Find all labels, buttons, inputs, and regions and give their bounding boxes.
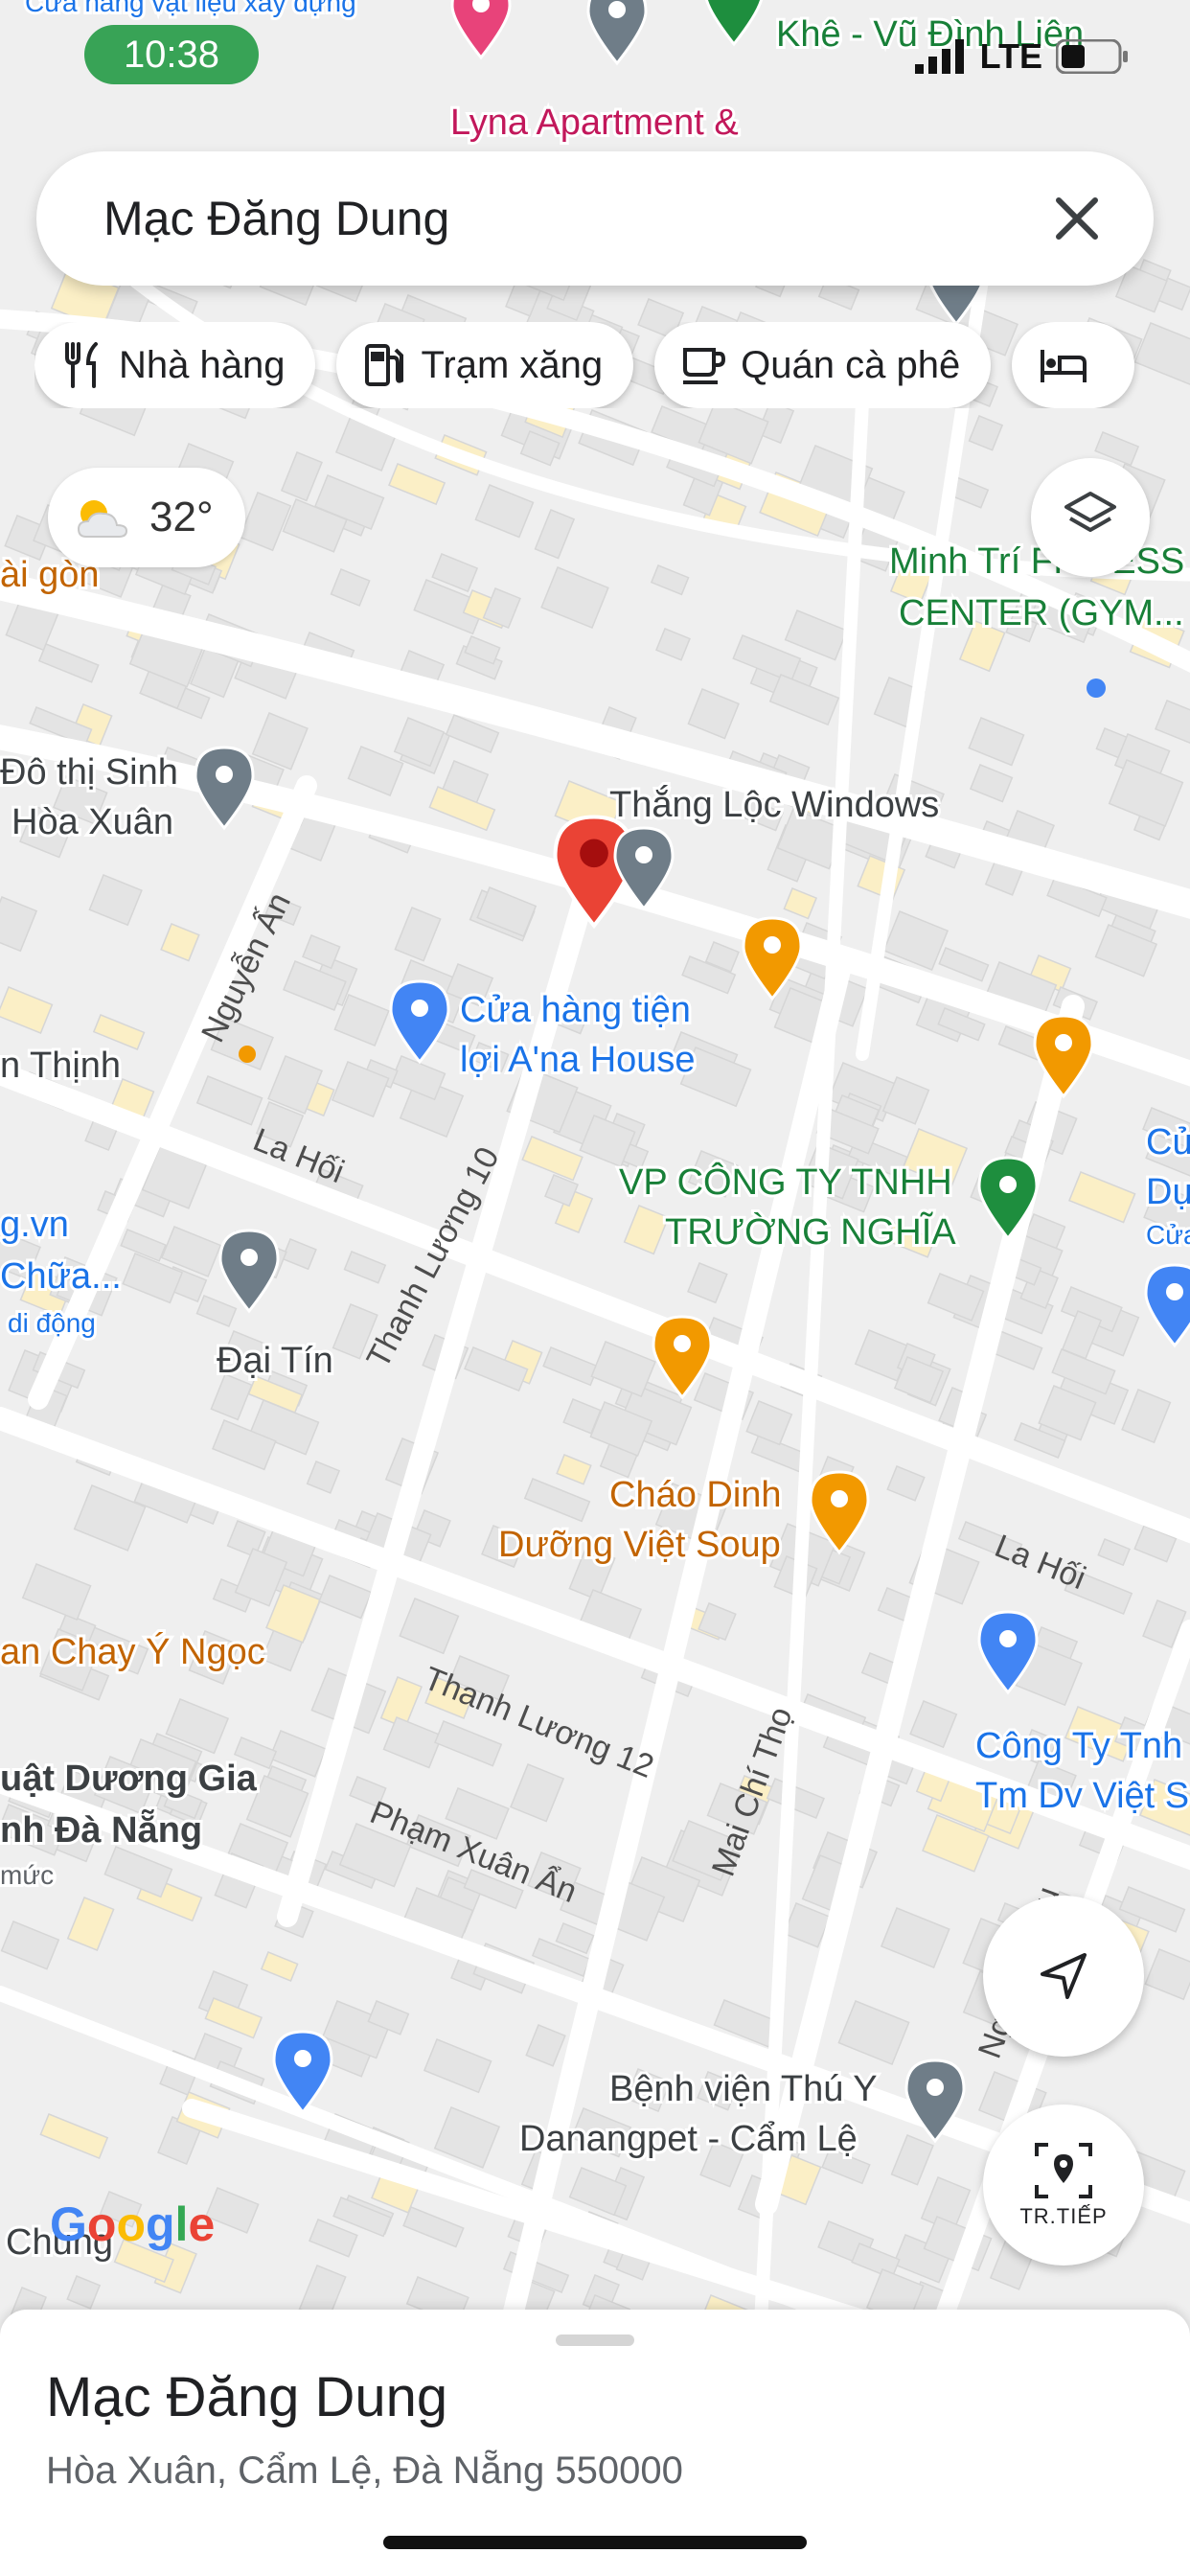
small-poi-dot[interactable] <box>1087 678 1106 698</box>
poi-label[interactable]: Thắng Lộc Windows <box>606 781 942 828</box>
pin-frame-icon <box>1035 2143 1092 2198</box>
category-chips: Nhà hàng Trạm xăng Quán cà phê <box>34 322 1190 408</box>
time-text: 10:38 <box>123 33 220 76</box>
bed-icon <box>1041 350 1087 382</box>
logo-letter: G <box>50 2197 87 2251</box>
poi-label[interactable]: an Chay Ý Ngọc <box>0 1628 268 1675</box>
chip-label: Nhà hàng <box>119 343 286 386</box>
logo-letter: o <box>87 2197 117 2251</box>
weather-widget[interactable]: 32° <box>48 468 245 567</box>
poi-label[interactable]: Cửa <box>1143 1217 1190 1253</box>
poi-label[interactable]: Đại Tín <box>214 1338 336 1384</box>
poi-label[interactable]: CENTER (GYM... <box>896 590 1187 636</box>
navigate-button[interactable]: TR.TIẾP <box>983 2104 1144 2266</box>
poi-label[interactable]: di động <box>5 1305 99 1341</box>
poi-label[interactable]: Danangpet - Cẩm Lệ <box>516 2116 860 2162</box>
sheet-handle[interactable] <box>556 2334 634 2346</box>
poi-label[interactable]: Chữa... <box>0 1254 125 1300</box>
small-poi-dot[interactable] <box>239 1046 256 1063</box>
poi-label[interactable]: Tm Dv Việt S <box>973 1773 1190 1819</box>
poi-label[interactable]: VP CÔNG TY TNHH <box>616 1158 955 1206</box>
poi-label[interactable]: Lyna Apartment & <box>447 100 742 146</box>
poi-label[interactable]: nh Đà Nẵng <box>0 1806 205 1853</box>
poi-label[interactable]: mức <box>0 1857 57 1893</box>
status-time: 10:38 <box>84 25 259 84</box>
poi-label[interactable]: lợi A'na House <box>457 1037 698 1083</box>
fork-knife-icon <box>65 342 98 388</box>
battery-icon <box>1056 39 1128 74</box>
poi-label[interactable]: Bệnh viện Thú Y <box>606 2066 881 2112</box>
poi-label[interactable]: Cử <box>1143 1119 1190 1165</box>
coffee-cup-icon <box>683 348 726 384</box>
poi-label[interactable]: TRƯỜNG NGHĨA <box>662 1208 959 1255</box>
chip-coffee[interactable]: Quán cà phê <box>654 322 992 408</box>
signal-icon <box>914 39 964 74</box>
network-type: LTE <box>979 36 1042 76</box>
search-query[interactable]: Mạc Đăng Dung <box>103 191 1039 246</box>
close-button[interactable] <box>1039 180 1115 257</box>
close-icon <box>1056 197 1098 240</box>
place-address: Hòa Xuân, Cẩm Lệ, Đà Nẵng 550000 <box>46 2450 683 2492</box>
poi-label[interactable]: Dụ <box>1143 1169 1190 1215</box>
status-indicators: LTE <box>914 36 1129 77</box>
poi-label[interactable]: Cửa hàng vật liệu xây dựng <box>22 0 359 20</box>
logo-letter: g <box>146 2197 175 2251</box>
layers-button[interactable] <box>1031 458 1150 577</box>
poi-label[interactable]: Dưỡng Việt Soup <box>495 1522 784 1568</box>
chip-gas-stations[interactable]: Trạm xăng <box>336 322 634 408</box>
poi-label[interactable]: Cháo Dinh <box>606 1472 785 1518</box>
poi-label[interactable]: Đô thị Sinh <box>0 749 181 795</box>
poi-label[interactable]: Công Ty Tnh <box>973 1723 1185 1769</box>
logo-letter: l <box>175 2197 189 2251</box>
logo-letter: o <box>116 2197 146 2251</box>
my-location-button[interactable] <box>983 1896 1144 2057</box>
navigate-label: TR.TIẾP <box>1019 2204 1108 2228</box>
poi-label[interactable]: uật Dương Gia <box>0 1756 261 1802</box>
home-indicator[interactable] <box>383 2536 807 2549</box>
partly-cloudy-icon <box>77 500 128 538</box>
chip-label: Quán cà phê <box>741 343 961 386</box>
temperature: 32° <box>149 494 214 540</box>
search-bar[interactable]: Mạc Đăng Dung <box>36 151 1154 286</box>
layers-icon <box>1064 492 1116 532</box>
poi-label[interactable]: n Thịnh <box>0 1043 124 1089</box>
chip-restaurants[interactable]: Nhà hàng <box>34 322 316 408</box>
logo-letter: e <box>188 2197 215 2251</box>
chip-hotels[interactable] <box>1012 322 1135 408</box>
chip-label: Trạm xăng <box>421 343 604 386</box>
google-logo: Google <box>50 2197 215 2251</box>
navigation-arrow-icon <box>1041 1953 1087 1999</box>
poi-label[interactable]: g.vn <box>0 1202 72 1248</box>
place-name: Mạc Đăng Dung <box>46 2366 448 2428</box>
poi-label[interactable]: Hòa Xuân <box>9 799 176 845</box>
poi-label[interactable]: Cửa hàng tiện <box>457 987 694 1033</box>
gas-station-icon <box>365 344 404 386</box>
